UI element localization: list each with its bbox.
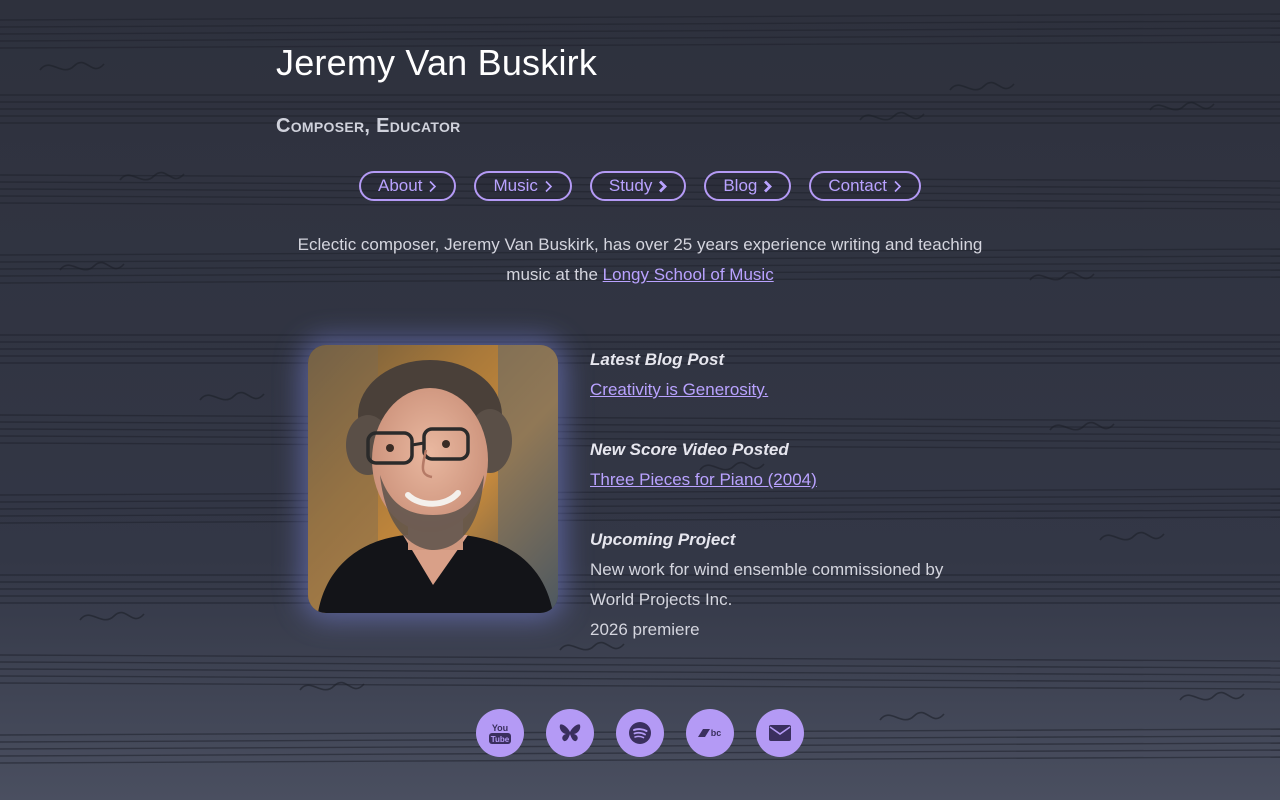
main-nav: About Music Study Blog Contact xyxy=(0,171,1280,201)
project-heading: Upcoming Project xyxy=(590,530,736,549)
chevron-right-icon xyxy=(894,180,902,192)
bluesky-link[interactable] xyxy=(546,709,594,757)
svg-text:You: You xyxy=(492,723,508,733)
longy-school-link[interactable]: Longy School of Music xyxy=(603,265,774,284)
chevron-right-icon xyxy=(659,180,668,192)
chevron-right-icon xyxy=(545,180,552,192)
chevron-right-icon xyxy=(764,180,773,192)
site-title[interactable]: Jeremy Van Buskirk xyxy=(276,42,597,84)
chevron-right-icon xyxy=(429,180,437,192)
nav-contact-button[interactable]: Contact xyxy=(809,171,921,201)
composer-portrait xyxy=(308,345,558,613)
blog-post-link[interactable]: Creativity is Generosity. xyxy=(590,380,768,399)
bandcamp-icon: bc xyxy=(698,728,722,738)
bluesky-icon xyxy=(559,724,581,742)
project-line: World Projects Inc. xyxy=(590,590,733,609)
svg-text:Tube: Tube xyxy=(491,735,510,744)
email-link[interactable] xyxy=(756,709,804,757)
nav-about-label: About xyxy=(378,176,423,195)
score-video-link[interactable]: Three Pieces for Piano (2004) xyxy=(590,470,817,489)
project-news-block: Upcoming Project New work for wind ensem… xyxy=(590,525,1010,645)
youtube-link[interactable]: You Tube xyxy=(476,709,524,757)
news-panel: Latest Blog Post Creativity is Generosit… xyxy=(590,345,1010,675)
spotify-icon xyxy=(629,722,651,744)
nav-study-button[interactable]: Study xyxy=(589,171,687,201)
blog-news-block: Latest Blog Post Creativity is Generosit… xyxy=(590,345,1010,405)
nav-contact-label: Contact xyxy=(828,176,887,195)
nav-study-label: Study xyxy=(608,176,653,195)
nav-about-button[interactable]: About xyxy=(359,171,457,201)
intro-paragraph: Eclectic composer, Jeremy Van Buskirk, h… xyxy=(280,230,1000,290)
nav-blog-label: Blog xyxy=(723,176,758,195)
project-line: New work for wind ensemble commissioned … xyxy=(590,560,944,579)
nav-music-label: Music xyxy=(493,176,538,195)
email-icon xyxy=(769,725,791,741)
nav-music-button[interactable]: Music xyxy=(474,171,572,201)
blog-heading: Latest Blog Post xyxy=(590,350,725,369)
video-heading: New Score Video Posted xyxy=(590,440,789,459)
social-links: You Tube bc xyxy=(0,709,1280,757)
svg-text:bc: bc xyxy=(711,728,722,738)
video-news-block: New Score Video Posted Three Pieces for … xyxy=(590,435,1010,495)
youtube-icon: You Tube xyxy=(489,723,511,744)
nav-blog-button[interactable]: Blog xyxy=(704,171,792,201)
project-line: 2026 premiere xyxy=(590,620,700,639)
spotify-link[interactable] xyxy=(616,709,664,757)
bandcamp-link[interactable]: bc xyxy=(686,709,734,757)
site-subtitle: Composer, Educator xyxy=(276,115,461,137)
portrait-image xyxy=(308,345,558,613)
